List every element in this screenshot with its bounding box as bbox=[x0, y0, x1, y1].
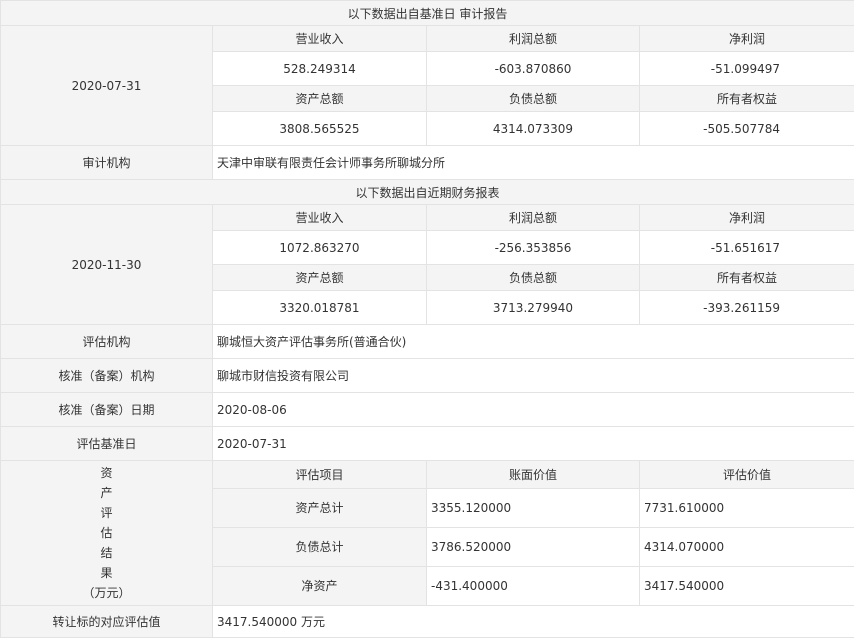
audit-value-net-profit: -51.099497 bbox=[640, 52, 854, 86]
valuation-base-date-label: 评估基准日 bbox=[1, 427, 213, 461]
audit-value-total-liabilities: 4314.073309 bbox=[427, 112, 640, 146]
valuation-base-date-value: 2020-07-31 bbox=[213, 427, 854, 461]
audit-header-owner-equity: 所有者权益 bbox=[640, 86, 854, 112]
audit-date: 2020-07-31 bbox=[1, 26, 213, 146]
valuation-header-book-value: 账面价值 bbox=[427, 461, 640, 489]
audit-value-total-profit: -603.870860 bbox=[427, 52, 640, 86]
recent-section-title: 以下数据出自近期财务报表 bbox=[1, 180, 854, 205]
audit-value-total-assets: 3808.565525 bbox=[213, 112, 427, 146]
recent-value-revenue: 1072.863270 bbox=[213, 231, 427, 265]
valuation-row-label: 负债总计 bbox=[213, 527, 427, 566]
recent-value-total-assets: 3320.018781 bbox=[213, 291, 427, 325]
recent-value-owner-equity: -393.261159 bbox=[640, 291, 854, 325]
recent-header-total-liabilities: 负债总额 bbox=[427, 265, 640, 291]
valuation-header-item: 评估项目 bbox=[213, 461, 427, 489]
valuation-row-book-value: 3786.520000 bbox=[427, 527, 640, 566]
asset-info-table: 以下数据出自基准日 审计报告 2020-07-31 营业收入 利润总额 净利润 … bbox=[0, 0, 854, 638]
recent-value-net-profit: -51.651617 bbox=[640, 231, 854, 265]
approval-date-label: 核准（备案）日期 bbox=[1, 393, 213, 427]
valuation-row-assessed-value: 7731.610000 bbox=[640, 488, 854, 527]
valuation-row-assessed-value: 4314.070000 bbox=[640, 527, 854, 566]
recent-header-net-profit: 净利润 bbox=[640, 205, 854, 231]
recent-header-total-assets: 资产总额 bbox=[213, 265, 427, 291]
valuation-row-book-value: -431.400000 bbox=[427, 566, 640, 605]
recent-header-revenue: 营业收入 bbox=[213, 205, 427, 231]
audit-agency-label: 审计机构 bbox=[1, 146, 213, 180]
approval-agency-value: 聊城市财信投资有限公司 bbox=[213, 359, 854, 393]
audit-agency-value: 天津中审联有限责任会计师事务所聊城分所 bbox=[213, 146, 854, 180]
recent-header-total-profit: 利润总额 bbox=[427, 205, 640, 231]
recent-header-owner-equity: 所有者权益 bbox=[640, 265, 854, 291]
valuation-agency-value: 聊城恒大资产评估事务所(普通合伙) bbox=[213, 325, 854, 359]
audit-value-revenue: 528.249314 bbox=[213, 52, 427, 86]
audit-header-revenue: 营业收入 bbox=[213, 26, 427, 52]
valuation-row-assessed-value: 3417.540000 bbox=[640, 566, 854, 605]
valuation-header-assessed-value: 评估价值 bbox=[640, 461, 854, 489]
audit-header-net-profit: 净利润 bbox=[640, 26, 854, 52]
transfer-value: 3417.540000 万元 bbox=[213, 606, 854, 638]
recent-date: 2020-11-30 bbox=[1, 205, 213, 325]
valuation-result-label: 资 产 评 估 结 果 （万元） bbox=[1, 461, 213, 606]
valuation-row-label: 净资产 bbox=[213, 566, 427, 605]
valuation-row-label: 资产总计 bbox=[213, 488, 427, 527]
recent-value-total-liabilities: 3713.279940 bbox=[427, 291, 640, 325]
approval-date-value: 2020-08-06 bbox=[213, 393, 854, 427]
valuation-row-book-value: 3355.120000 bbox=[427, 488, 640, 527]
recent-value-total-profit: -256.353856 bbox=[427, 231, 640, 265]
audit-header-total-profit: 利润总额 bbox=[427, 26, 640, 52]
audit-section-title: 以下数据出自基准日 审计报告 bbox=[1, 1, 854, 26]
audit-header-total-liabilities: 负债总额 bbox=[427, 86, 640, 112]
transfer-value-label: 转让标的对应评估值 bbox=[1, 606, 213, 638]
audit-header-total-assets: 资产总额 bbox=[213, 86, 427, 112]
valuation-agency-label: 评估机构 bbox=[1, 325, 213, 359]
audit-value-owner-equity: -505.507784 bbox=[640, 112, 854, 146]
approval-agency-label: 核准（备案）机构 bbox=[1, 359, 213, 393]
